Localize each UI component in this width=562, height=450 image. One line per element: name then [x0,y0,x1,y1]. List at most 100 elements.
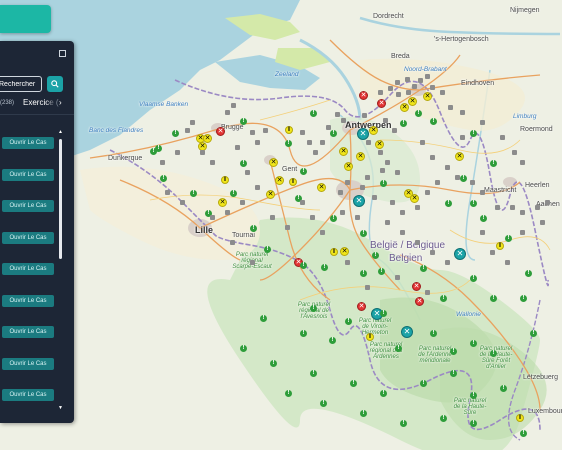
panel-toggle-icon[interactable] [59,50,66,57]
marker-green-icon[interactable]: ! [430,118,437,125]
marker-green-icon[interactable]: ! [450,348,457,355]
marker-point-icon[interactable] [200,150,205,155]
marker-point-icon[interactable] [520,210,525,215]
marker-x-icon[interactable]: ✕ [410,194,419,203]
marker-point-icon[interactable] [225,110,230,115]
marker-point-icon[interactable] [250,260,255,265]
marker-x-icon[interactable]: ✕ [339,147,348,156]
marker-point-icon[interactable] [326,125,331,130]
marker-green-icon[interactable]: ! [415,110,422,117]
marker-green-icon[interactable]: ! [420,265,427,272]
tab-count[interactable]: (238) [0,100,14,106]
marker-green-icon[interactable]: ! [520,430,527,437]
marker-cluster-icon[interactable]: ✕ [454,248,466,260]
marker-point-icon[interactable] [420,140,425,145]
marker-point-icon[interactable] [535,205,540,210]
marker-green-icon[interactable]: ! [155,145,162,152]
marker-point-icon[interactable] [160,160,165,165]
marker-point-icon[interactable] [480,190,485,195]
marker-point-icon[interactable] [231,103,236,108]
marker-green-icon[interactable]: ! [395,345,402,352]
marker-point-icon[interactable] [380,168,385,173]
marker-green-icon[interactable]: ! [240,160,247,167]
open-case-button[interactable]: Ouvrir Le Cas [2,357,54,370]
marker-x-icon[interactable]: ✕ [317,183,326,192]
marker-point-icon[interactable] [313,150,318,155]
marker-green-icon[interactable]: ! [345,318,352,325]
marker-x-icon[interactable]: ✕ [356,152,365,161]
marker-point-icon[interactable] [480,120,485,125]
marker-point-icon[interactable] [395,170,400,175]
marker-green-icon[interactable]: ! [330,130,337,137]
marker-alert-icon[interactable]: ✕ [412,282,421,291]
marker-green-icon[interactable]: ! [285,390,292,397]
marker-point-icon[interactable] [365,285,370,290]
marker-point-icon[interactable] [378,150,383,155]
marker-point-icon[interactable] [418,78,423,83]
open-case-button[interactable]: Ouvrir Le Cas [2,294,54,307]
marker-info-icon[interactable]: I [516,414,524,422]
marker-point-icon[interactable] [338,190,343,195]
open-case-button[interactable]: Ouvrir Le Cas [2,137,54,149]
marker-green-icon[interactable]: ! [400,420,407,427]
marker-point-icon[interactable] [512,150,517,155]
marker-green-icon[interactable]: ! [240,345,247,352]
marker-green-icon[interactable]: ! [450,370,457,377]
marker-green-icon[interactable]: ! [380,310,387,317]
marker-green-icon[interactable]: ! [320,400,327,407]
marker-point-icon[interactable] [165,190,170,195]
marker-green-icon[interactable]: ! [470,420,477,427]
marker-green-icon[interactable]: ! [160,175,167,182]
marker-point-icon[interactable] [425,74,430,79]
marker-point-icon[interactable] [480,230,485,235]
marker-point-icon[interactable] [510,205,515,210]
open-case-button[interactable]: Ouvrir Le Cas [2,326,54,338]
map[interactable]: Dordrecht Nijmegen 's-Hertogenbosch Breda No… [0,0,562,450]
marker-point-icon[interactable] [500,135,505,140]
marker-point-icon[interactable] [385,160,390,165]
marker-point-icon[interactable] [263,128,268,133]
scrollbar-thumb[interactable] [59,139,62,259]
marker-x-icon[interactable]: ✕ [408,97,417,106]
marker-green-icon[interactable]: ! [470,200,477,207]
marker-point-icon[interactable] [300,200,305,205]
marker-green-icon[interactable]: ! [470,340,477,347]
marker-point-icon[interactable] [345,260,350,265]
marker-green-icon[interactable]: ! [360,270,367,277]
marker-green-icon[interactable]: ! [505,235,512,242]
marker-point-icon[interactable] [505,260,510,265]
marker-point-icon[interactable] [341,118,346,123]
marker-x-icon[interactable]: ✕ [423,92,432,101]
marker-green-icon[interactable]: ! [300,262,307,269]
marker-cluster-icon[interactable]: ✕ [353,195,365,207]
marker-green-icon[interactable]: ! [250,225,257,232]
marker-point-icon[interactable] [448,105,453,110]
marker-point-icon[interactable] [520,230,525,235]
marker-point-icon[interactable] [255,185,260,190]
marker-alert-icon[interactable]: ✕ [357,302,366,311]
marker-green-icon[interactable]: ! [360,230,367,237]
marker-green-icon[interactable]: ! [490,295,497,302]
marker-point-icon[interactable] [400,210,405,215]
marker-green-icon[interactable]: ! [310,305,317,312]
marker-point-icon[interactable] [406,90,411,95]
marker-green-icon[interactable]: ! [380,180,387,187]
marker-green-icon[interactable]: ! [490,160,497,167]
marker-point-icon[interactable] [250,130,255,135]
marker-point-icon[interactable] [395,275,400,280]
marker-green-icon[interactable]: ! [350,380,357,387]
marker-point-icon[interactable] [307,140,312,145]
open-case-button[interactable]: Ouvrir Le Cas [2,231,54,244]
marker-x-icon[interactable]: ✕ [400,103,409,112]
marker-point-icon[interactable] [425,290,430,295]
marker-green-icon[interactable]: ! [330,215,337,222]
marker-point-icon[interactable] [300,130,305,135]
marker-x-icon[interactable]: ✕ [369,126,378,135]
marker-green-icon[interactable]: ! [420,380,427,387]
marker-point-icon[interactable] [435,180,440,185]
marker-alert-icon[interactable]: ✕ [359,91,368,100]
marker-point-icon[interactable] [385,220,390,225]
marker-point-icon[interactable] [405,77,410,82]
marker-alert-icon[interactable]: ✕ [377,99,386,108]
open-case-button[interactable]: Ouvrir Le Cas [2,200,54,212]
